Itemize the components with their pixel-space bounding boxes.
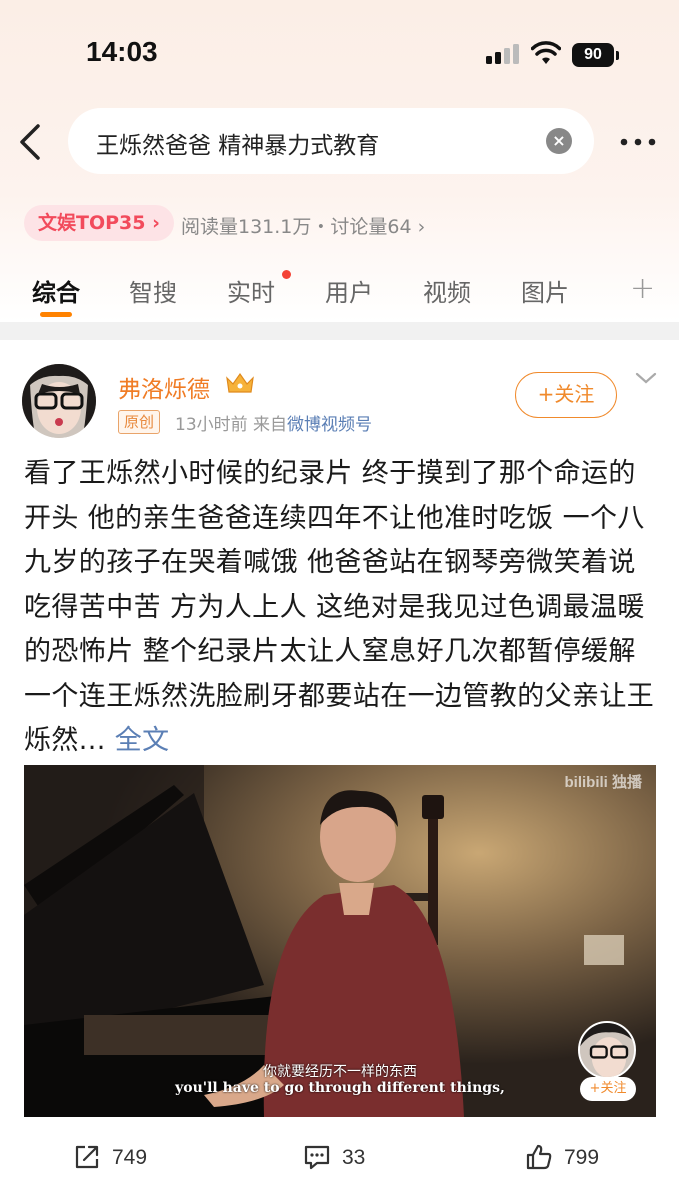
video-player[interactable]: bilibili 独播 你就要经历不一样的东西 you'll have to g…	[24, 765, 656, 1117]
more-options-icon[interactable]	[618, 124, 658, 160]
post-body[interactable]: 看了王烁然小时候的纪录片 终于摸到了那个命运的开头 他的亲生爸爸连续四年不让他准…	[24, 452, 660, 764]
video-follow-button[interactable]: +关注	[580, 1077, 636, 1101]
battery-indicator: 90	[572, 43, 614, 67]
search-query: 王烁然爸爸 精神暴力式教育	[96, 133, 380, 159]
video-author-avatar[interactable]	[578, 1021, 636, 1079]
comment-icon	[304, 1145, 330, 1170]
like-count: 799	[564, 1146, 600, 1169]
subtitle-english: you'll have to go through different thin…	[175, 1080, 505, 1096]
tab-videos[interactable]: 视频	[423, 273, 471, 308]
topic-stats-text: 阅读量131.1万・讨论量64	[181, 216, 412, 238]
topic-stats[interactable]: 阅读量131.1万・讨论量64 ›	[181, 212, 425, 239]
active-tab-indicator	[40, 312, 72, 317]
result-tabs: 综合 智搜 实时 用户 视频 图片 +	[0, 265, 679, 321]
add-tab-icon[interactable]: +	[630, 271, 655, 306]
clear-search-icon[interactable]: ×	[546, 128, 572, 154]
status-time: 14:03	[86, 36, 158, 67]
cellular-signal-icon	[486, 44, 519, 64]
vip-crown-icon	[226, 372, 254, 393]
post-meta: 13小时前 来自微博视频号	[175, 410, 372, 435]
tab-realtime[interactable]: 实时	[227, 273, 275, 308]
bilibili-watermark: bilibili 独播	[564, 774, 643, 791]
original-badge: 原创	[118, 410, 161, 434]
post-time: 13小时前	[175, 415, 248, 435]
post-text: 看了王烁然小时候的纪录片 终于摸到了那个命运的开头 他的亲生爸爸连续四年不让他准…	[24, 458, 655, 756]
tab-general[interactable]: 综合	[32, 273, 80, 308]
author-avatar[interactable]	[22, 364, 96, 438]
topic-rank-label: 文娱TOP35	[38, 212, 146, 234]
share-count: 749	[112, 1146, 148, 1169]
source-prefix: 来自	[253, 415, 288, 435]
subtitle-chinese: 你就要经历不一样的东西	[263, 1064, 417, 1080]
new-dot-badge	[282, 270, 291, 279]
chevron-down-icon[interactable]	[634, 370, 658, 386]
search-input[interactable]: 王烁然爸爸 精神暴力式教育 ×	[68, 108, 594, 174]
battery-tip	[616, 51, 619, 60]
chevron-right-icon: ›	[145, 212, 160, 234]
full-text-link[interactable]: 全文	[115, 725, 170, 756]
share-icon	[75, 1145, 99, 1169]
follow-button[interactable]: +关注	[515, 372, 617, 418]
author-name[interactable]: 弗洛烁德	[118, 370, 210, 404]
wifi-icon	[531, 41, 561, 64]
tab-images[interactable]: 图片	[521, 273, 569, 308]
tab-users[interactable]: 用户	[325, 273, 373, 308]
topic-rank-badge[interactable]: 文娱TOP35 ›	[24, 205, 174, 241]
section-divider	[0, 322, 679, 340]
comment-count: 33	[342, 1146, 366, 1169]
thumbs-up-icon	[526, 1144, 552, 1170]
chevron-right-icon: ›	[411, 216, 426, 238]
post-source-link[interactable]: 微博视频号	[287, 415, 372, 435]
tab-smart-search[interactable]: 智搜	[129, 273, 177, 308]
back-arrow-icon[interactable]	[16, 122, 46, 162]
